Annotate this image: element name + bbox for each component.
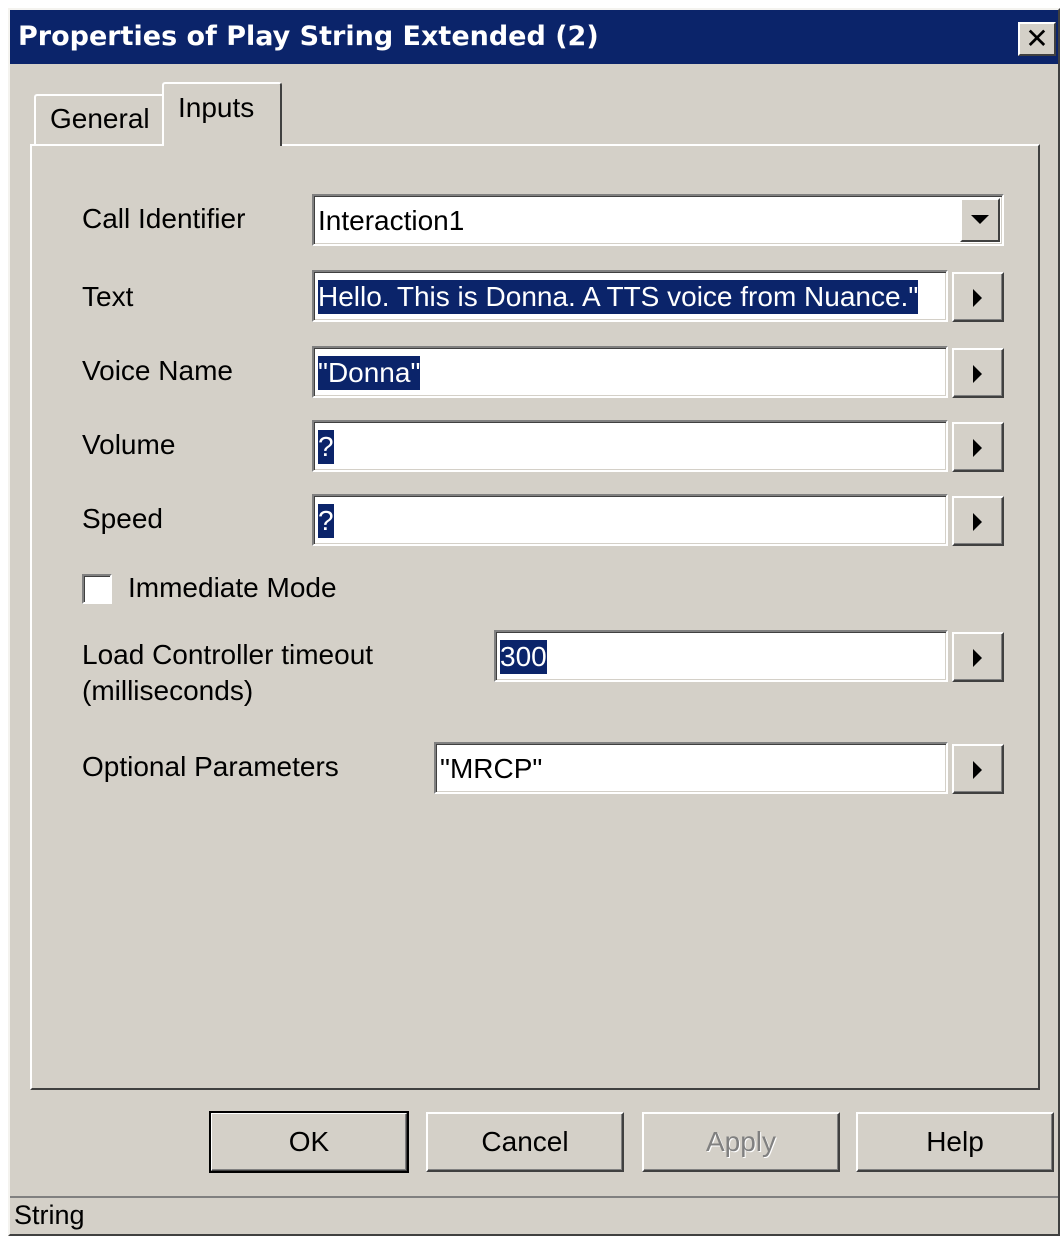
text-value: Hello. This is Donna. A TTS voice from N… [318, 280, 919, 314]
tab-general-label: General [50, 103, 150, 134]
immediate-mode-checkbox[interactable] [82, 574, 112, 604]
immediate-mode-label[interactable]: Immediate Mode [128, 571, 337, 605]
text-label: Text [82, 281, 134, 312]
call-identifier-value: Interaction1 [318, 205, 465, 236]
properties-dialog: Properties of Play String Extended (2) ✕… [8, 8, 1060, 1236]
load-controller-timeout-value: 300 [500, 640, 547, 674]
volume-input[interactable]: ? [312, 420, 948, 472]
voice-name-input[interactable]: "Donna" [312, 346, 948, 398]
inputs-panel: Call Identifier Interaction1 Text Hello.… [30, 144, 1040, 1090]
optional-parameters-label: Optional Parameters [82, 751, 339, 782]
tab-general[interactable]: General [34, 94, 164, 144]
voice-name-expression-button[interactable] [952, 348, 1004, 398]
close-icon: ✕ [1025, 22, 1049, 55]
apply-button[interactable]: Apply [642, 1112, 840, 1172]
play-arrow-icon [973, 289, 982, 307]
optional-parameters-value: "MRCP" [440, 753, 543, 784]
load-controller-timeout-expression-button[interactable] [952, 632, 1004, 682]
voice-name-value: "Donna" [318, 356, 421, 390]
call-identifier-dropdown-button[interactable] [960, 198, 1000, 242]
close-button[interactable]: ✕ [1018, 22, 1056, 56]
tab-inputs-label: Inputs [178, 92, 255, 123]
volume-value: ? [318, 430, 334, 464]
play-arrow-icon [973, 649, 982, 667]
text-input[interactable]: Hello. This is Donna. A TTS voice from N… [312, 270, 948, 322]
volume-label: Volume [82, 429, 176, 460]
play-arrow-icon [973, 513, 982, 531]
status-bar: String [10, 1196, 1058, 1234]
optional-parameters-input[interactable]: "MRCP" [434, 742, 948, 794]
speed-input[interactable]: ? [312, 494, 948, 546]
call-identifier-combobox[interactable]: Interaction1 [312, 194, 1004, 246]
speed-expression-button[interactable] [952, 496, 1004, 546]
status-text: String [14, 1200, 85, 1230]
load-controller-timeout-units: (milliseconds) [82, 675, 254, 706]
speed-value: ? [318, 504, 334, 538]
title-bar[interactable]: Properties of Play String Extended (2) ✕ [10, 10, 1058, 64]
help-button[interactable]: Help [856, 1112, 1054, 1172]
text-expression-button[interactable] [952, 272, 1004, 322]
load-controller-timeout-input[interactable]: 300 [494, 630, 948, 682]
ok-button[interactable]: OK [209, 1111, 409, 1173]
play-arrow-icon [973, 439, 982, 457]
volume-expression-button[interactable] [952, 422, 1004, 472]
cancel-button[interactable]: Cancel [426, 1112, 624, 1172]
speed-label: Speed [82, 503, 163, 534]
play-arrow-icon [973, 365, 982, 383]
tab-inputs[interactable]: Inputs [162, 82, 282, 150]
optional-parameters-expression-button[interactable] [952, 744, 1004, 794]
load-controller-timeout-label: Load Controller timeout [82, 639, 374, 670]
window-title: Properties of Play String Extended (2) [18, 21, 599, 52]
call-identifier-label: Call Identifier [82, 203, 246, 234]
chevron-down-icon [971, 215, 989, 224]
play-arrow-icon [973, 761, 982, 779]
voice-name-label: Voice Name [82, 355, 233, 386]
